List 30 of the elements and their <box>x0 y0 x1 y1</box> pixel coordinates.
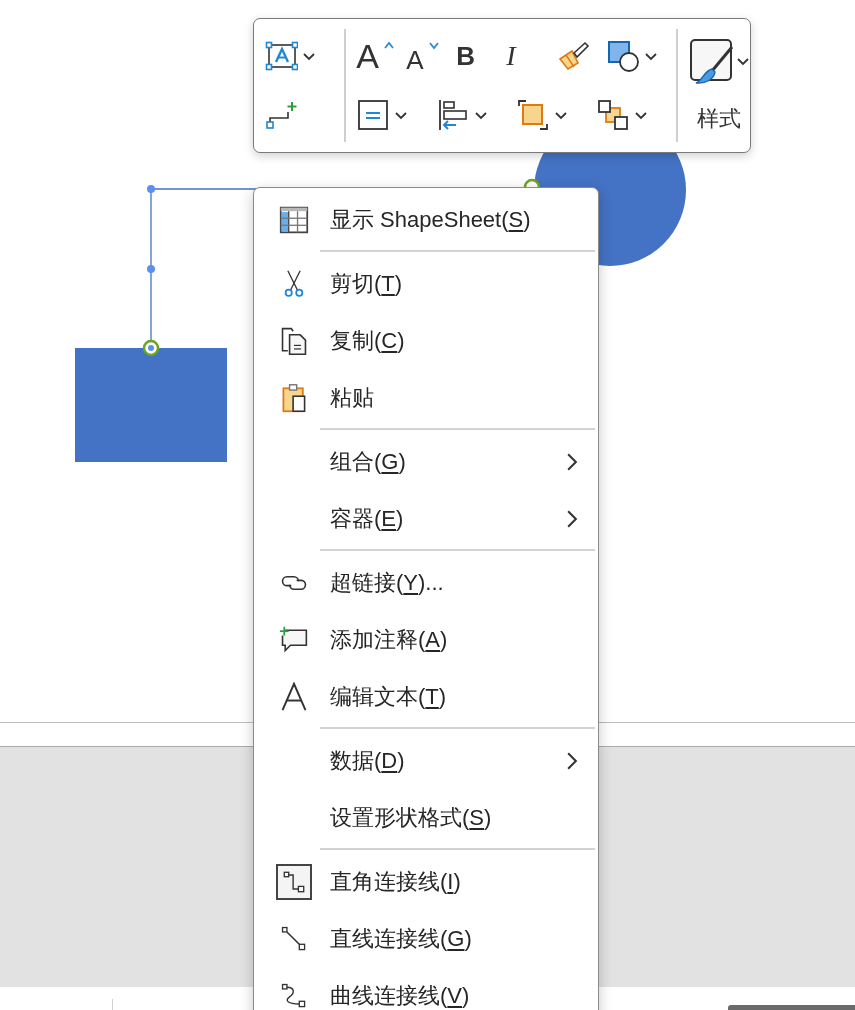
shape-fill-icon <box>606 39 641 74</box>
shrink-font-button[interactable]: A <box>406 34 457 79</box>
arrange-icon <box>596 97 631 132</box>
caret-down-icon <box>427 40 440 51</box>
menu-item[interactable]: 设置形状格式(S) <box>254 789 598 846</box>
text-align-icon <box>356 97 391 132</box>
menu-item[interactable]: 直线连接线(G) <box>254 910 598 967</box>
grow-font-button[interactable]: A <box>356 34 407 79</box>
style-button[interactable]: 样式 <box>682 27 750 144</box>
bold-button[interactable]: B <box>456 34 507 79</box>
menu-item[interactable]: 复制(C) <box>254 312 598 369</box>
copy-icon <box>279 325 309 356</box>
menu-item[interactable]: 编辑文本(T) <box>254 668 598 725</box>
menu-item[interactable]: 粘贴 <box>254 369 598 426</box>
text-icon <box>279 681 309 712</box>
menu-item[interactable]: 剪切(T) <box>254 255 598 312</box>
menu-item[interactable]: 容器(E) <box>254 490 598 547</box>
caret-up-icon <box>382 40 395 51</box>
menu-item[interactable]: 添加注释(A) <box>254 611 598 668</box>
menu-item[interactable]: 数据(D) <box>254 732 598 789</box>
menu-item[interactable]: 显示 ShapeSheet(S) <box>254 191 598 248</box>
italic-button[interactable]: I <box>506 34 557 79</box>
table-icon <box>279 204 309 235</box>
comment-icon <box>279 624 309 655</box>
menu-item[interactable]: 超链接(Y)... <box>254 554 598 611</box>
bring-forward-icon <box>516 97 551 132</box>
menu-item[interactable]: 直角连接线(I) <box>254 853 598 910</box>
menu-item[interactable]: 组合(G) <box>254 433 598 490</box>
scrollbar[interactable] <box>728 1005 855 1010</box>
menu-item[interactable]: 曲线连接线(V) <box>254 967 598 1010</box>
